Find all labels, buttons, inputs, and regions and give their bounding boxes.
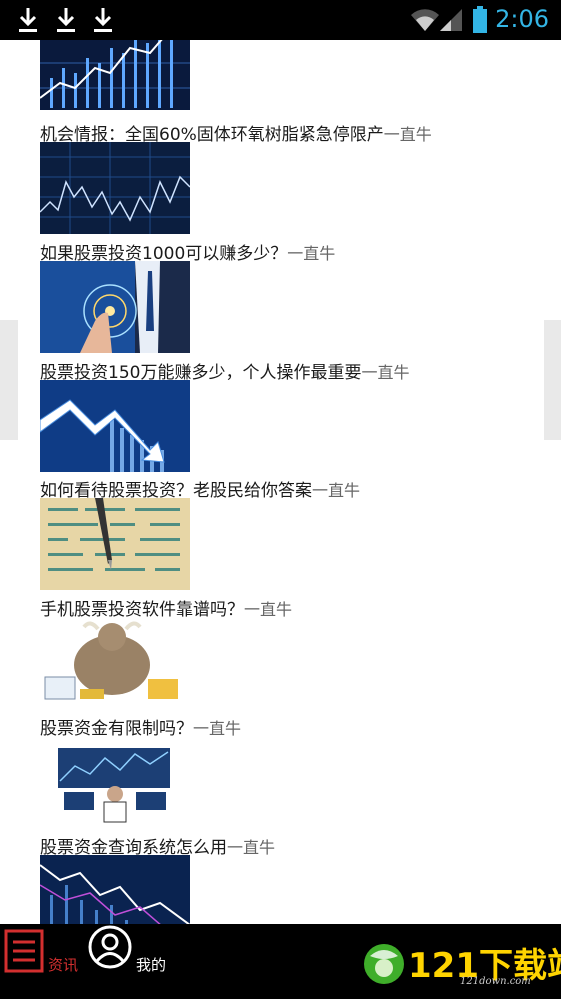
news-thumbnail[interactable] (40, 855, 190, 924)
status-time: 2:06 (495, 5, 549, 33)
globe-icon (364, 944, 404, 984)
tab-news-label: 资讯 (48, 956, 79, 974)
download-icon (57, 8, 75, 32)
news-source: 一直牛 (227, 838, 276, 857)
news-thumbnail[interactable] (40, 261, 190, 353)
news-feed[interactable]: 机会情报：全国60%固体环氧树脂紧急停限产一直牛 如果股票投资1000可以赚多少… (18, 40, 544, 924)
watermark-logo: 121下载站 121down.com (362, 938, 561, 990)
news-thumbnail[interactable] (40, 736, 190, 828)
tab-profile[interactable]: 我的 (85, 924, 185, 999)
download-icon (19, 8, 37, 32)
app-screen: 2:06 机会情报：全国60%固体环氧树脂紧急停限产一直牛 如果股票投资1000… (0, 0, 561, 999)
news-source: 一直牛 (287, 244, 336, 263)
watermark-subtext: 121down.com (460, 976, 531, 987)
download-icon (94, 8, 112, 32)
tab-news[interactable]: 资讯 (0, 924, 85, 999)
news-thumbnail[interactable] (40, 617, 190, 709)
news-thumbnail[interactable] (40, 380, 190, 472)
document-icon (4, 929, 44, 973)
tab-profile-label: 我的 (136, 956, 167, 974)
wifi-icon (411, 9, 439, 32)
news-source: 一直牛 (383, 125, 432, 144)
news-source: 一直牛 (312, 481, 361, 500)
news-source: 一直牛 (193, 719, 242, 738)
news-source: 一直牛 (361, 363, 410, 382)
news-thumbnail (40, 40, 190, 110)
status-bar: 2:06 (0, 0, 561, 40)
signal-icon (440, 9, 462, 31)
news-thumbnail[interactable] (40, 142, 190, 234)
bottom-navigation: 资讯 我的 121下载站 121down.com (0, 924, 561, 999)
user-icon (88, 925, 132, 969)
news-source: 一直牛 (244, 600, 293, 619)
battery-icon (473, 6, 487, 33)
news-thumbnail[interactable] (40, 498, 190, 590)
